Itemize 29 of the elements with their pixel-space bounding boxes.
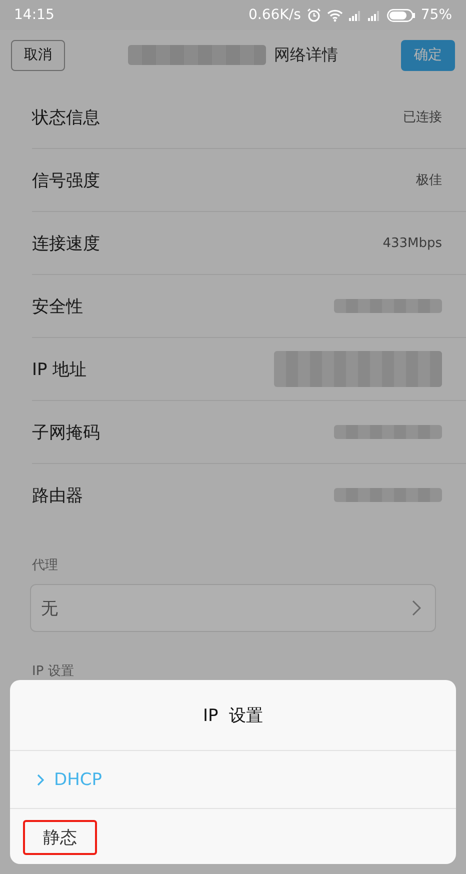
section-label: 代理: [32, 557, 59, 574]
section-label: IP 设置: [32, 663, 75, 680]
row-value: 已连接: [403, 109, 442, 126]
confirm-button[interactable]: 确定: [401, 40, 455, 70]
row-value: 极佳: [416, 172, 442, 189]
row-value: 433Mbps: [382, 236, 442, 250]
status-time: 14:15: [14, 7, 54, 23]
row-label: 状态信息: [32, 106, 100, 128]
wifi-icon: [326, 8, 343, 22]
cancel-button[interactable]: 取消: [11, 40, 65, 70]
network-speed: 0.66K/s: [248, 7, 301, 23]
row-label: IP 地址: [32, 358, 87, 380]
chevron-icon: [412, 600, 421, 616]
signal-icon: [368, 10, 381, 20]
row-label: 安全性: [32, 296, 83, 318]
row-label: 连接速度: [32, 232, 100, 254]
option-item[interactable]: 静态: [23, 820, 97, 855]
battery-percent: 75%: [420, 7, 452, 23]
signal-icon: [348, 10, 362, 20]
page-title: 网络详情: [274, 44, 338, 66]
option-item[interactable]: DHCP: [23, 764, 122, 796]
row-label: 信号强度: [32, 170, 100, 192]
proxy-field[interactable]: 无: [30, 584, 436, 632]
dialog-title: IP 设置: [10, 680, 456, 751]
alarm-icon: [306, 8, 321, 22]
row-label: 路由器: [32, 484, 83, 506]
chevron-icon: [37, 774, 44, 786]
battery-icon: [386, 8, 415, 22]
row-label: 子网掩码: [32, 422, 100, 444]
